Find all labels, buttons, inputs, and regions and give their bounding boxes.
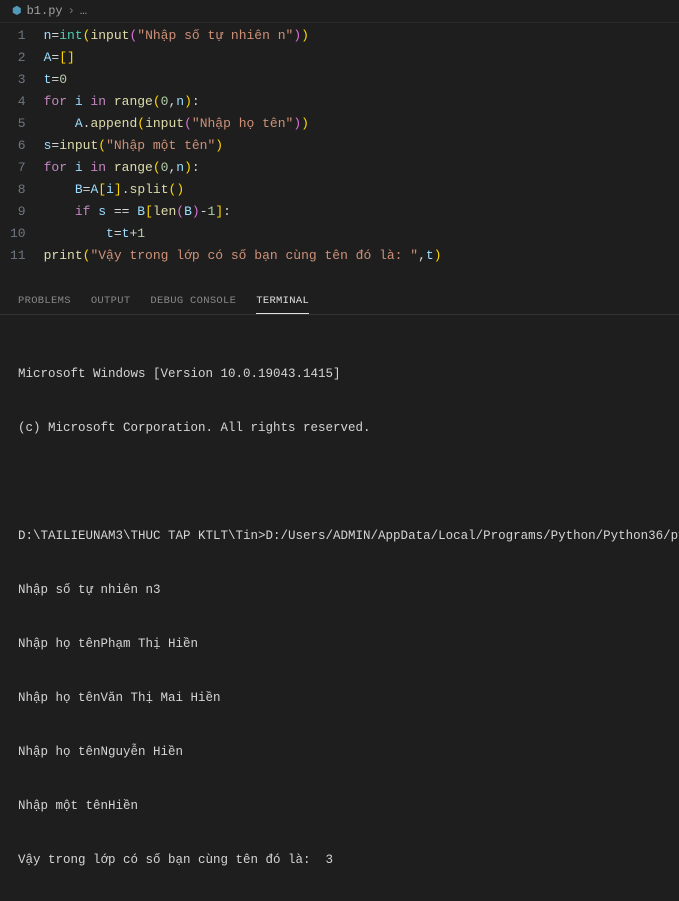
code-line[interactable]: for i in range(0,n): (44, 91, 442, 113)
terminal-line: (c) Microsoft Corporation. All rights re… (18, 419, 661, 437)
code-line[interactable]: s=input("Nhập một tên") (44, 135, 442, 157)
code-line[interactable]: n=int(input("Nhập số tự nhiên n")) (44, 25, 442, 47)
code-line[interactable]: A.append(input("Nhập họ tên")) (44, 113, 442, 135)
breadcrumb: ⬢ b1.py › … (0, 0, 679, 23)
line-number: 11 (10, 245, 26, 267)
tab-terminal[interactable]: TERMINAL (256, 295, 309, 314)
terminal-line: D:\TAILIEUNAM3\THUC TAP KTLT\Tin>D:/User… (18, 527, 661, 545)
code-line[interactable]: t=t+1 (44, 223, 442, 245)
line-number: 9 (10, 201, 26, 223)
panel-tabs: PROBLEMS OUTPUT DEBUG CONSOLE TERMINAL (0, 287, 679, 315)
tab-debug-console[interactable]: DEBUG CONSOLE (150, 295, 236, 314)
code-line[interactable]: B=A[i].split() (44, 179, 442, 201)
terminal-line: Nhập họ tênVăn Thị Mai Hiền (18, 689, 661, 707)
breadcrumb-sep: › (68, 4, 75, 18)
line-number: 1 (10, 25, 26, 47)
terminal-line: Nhập họ tênNguyễn Hiền (18, 743, 661, 761)
tab-output[interactable]: OUTPUT (91, 295, 131, 314)
code-line[interactable]: if s == B[len(B)-1]: (44, 201, 442, 223)
line-number: 5 (10, 113, 26, 135)
terminal-line: Vậy trong lớp có số bạn cùng tên đó là: … (18, 851, 661, 869)
terminal-line: Microsoft Windows [Version 10.0.19043.14… (18, 365, 661, 383)
code-line[interactable]: A=[] (44, 47, 442, 69)
line-number: 3 (10, 69, 26, 91)
tab-problems[interactable]: PROBLEMS (18, 295, 71, 314)
code-content[interactable]: n=int(input("Nhập số tự nhiên n")) A=[] … (44, 25, 442, 267)
breadcrumb-file[interactable]: b1.py (27, 4, 63, 18)
code-line[interactable]: for i in range(0,n): (44, 157, 442, 179)
terminal-line: Nhập họ tênPhạm Thị Hiền (18, 635, 661, 653)
code-line[interactable]: t=0 (44, 69, 442, 91)
terminal-line (18, 473, 661, 491)
line-number: 8 (10, 179, 26, 201)
terminal-line: Nhập số tự nhiên n3 (18, 581, 661, 599)
python-file-icon: ⬢ (12, 4, 22, 18)
breadcrumb-ellipsis[interactable]: … (80, 4, 87, 18)
line-gutter: 1 2 3 4 5 6 7 8 9 10 11 (0, 25, 44, 267)
line-number: 10 (10, 223, 26, 245)
line-number: 6 (10, 135, 26, 157)
line-number: 7 (10, 157, 26, 179)
line-number: 2 (10, 47, 26, 69)
terminal-line: Nhập một tênHiền (18, 797, 661, 815)
line-number: 4 (10, 91, 26, 113)
terminal[interactable]: Microsoft Windows [Version 10.0.19043.14… (0, 315, 679, 901)
code-editor[interactable]: 1 2 3 4 5 6 7 8 9 10 11 n=int(input("Nhậ… (0, 23, 679, 267)
code-line[interactable]: print("Vậy trong lớp có số bạn cùng tên … (44, 245, 442, 267)
